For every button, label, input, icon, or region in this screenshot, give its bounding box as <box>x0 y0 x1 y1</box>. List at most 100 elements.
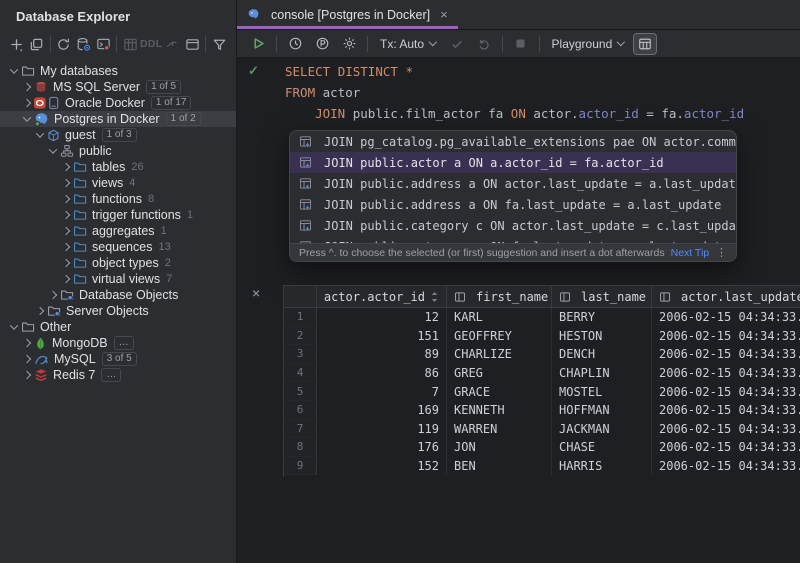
cell[interactable]: 2006-02-15 04:34:33.00000 <box>652 401 800 420</box>
table-row[interactable]: 2151GEOFFREYHESTON2006-02-15 04:34:33.00… <box>284 327 800 346</box>
tree-item-public[interactable]: public <box>0 143 236 159</box>
tab-console-postgres[interactable]: console [Postgres in Docker] × <box>237 0 458 29</box>
cell[interactable]: 169 <box>317 401 447 420</box>
chevron-right-icon[interactable] <box>45 292 60 298</box>
chevron-right-icon[interactable] <box>58 260 73 266</box>
close-tab-icon[interactable]: × <box>440 7 448 22</box>
tree-item-object-types[interactable]: object types2 <box>0 255 236 271</box>
chevron-right-icon[interactable] <box>19 356 34 362</box>
cell[interactable]: GREG <box>447 364 552 383</box>
tree-item-postgres-in-docker[interactable]: Postgres in Docker1 of 2 <box>0 111 236 127</box>
cell[interactable]: BERRY <box>552 308 652 327</box>
cell[interactable]: HOFFMAN <box>552 401 652 420</box>
column-header-actor-actor-id[interactable]: actor.actor_id <box>317 286 447 307</box>
tree-item-oracle-docker[interactable]: Oracle Docker1 of 17 <box>0 95 236 111</box>
cell[interactable]: 2006-02-15 04:34:33.00000 <box>652 457 800 476</box>
settings-gear-icon[interactable] <box>337 33 361 55</box>
tree-item-other[interactable]: Other <box>0 319 236 335</box>
tree-item-sequences[interactable]: sequences13 <box>0 239 236 255</box>
chevron-right-icon[interactable] <box>58 196 73 202</box>
tx-mode-select[interactable]: Tx: Auto <box>374 37 442 51</box>
tree-item-ms-sql-server[interactable]: MS SQL Server1 of 5 <box>0 79 236 95</box>
cell[interactable]: KENNETH <box>447 401 552 420</box>
cell[interactable]: HESTON <box>552 327 652 346</box>
table-row[interactable]: 7119WARRENJACKMAN2006-02-15 04:34:33.000… <box>284 420 800 439</box>
cell[interactable]: 2006-02-15 04:34:33.00000 <box>652 420 800 439</box>
chevron-down-icon[interactable] <box>19 116 34 122</box>
playground-select[interactable]: Playground <box>546 37 630 51</box>
cell[interactable]: GRACE <box>447 382 552 401</box>
cell[interactable]: 7 <box>317 382 447 401</box>
chevron-right-icon[interactable] <box>58 244 73 250</box>
next-tip-link[interactable]: Next Tip <box>671 247 710 259</box>
completion-item-6[interactable]: JOIN public.category c ON fa.last_update… <box>290 236 736 243</box>
column-header-actor-last-update[interactable]: actor.last_update <box>652 286 800 307</box>
cell[interactable]: 2006-02-15 04:34:33.00000 <box>652 364 800 383</box>
cell[interactable]: KARL <box>447 308 552 327</box>
completion-item-5[interactable]: JOIN public.category c ON actor.last_upd… <box>290 215 736 236</box>
tree-item-my-databases[interactable]: My databases <box>0 63 236 79</box>
chevron-right-icon[interactable] <box>58 180 73 186</box>
tree-item-functions[interactable]: functions8 <box>0 191 236 207</box>
chevron-down-icon[interactable] <box>32 132 47 138</box>
history-icon[interactable] <box>283 33 307 55</box>
cell[interactable]: 119 <box>317 420 447 439</box>
cell[interactable]: 2006-02-15 04:34:33.00000 <box>652 382 800 401</box>
duplicate-icon[interactable] <box>27 33 47 55</box>
jump-arrow-icon[interactable] <box>162 33 182 55</box>
tree-item-server-objects[interactable]: Server Objects <box>0 303 236 319</box>
chevron-right-icon[interactable] <box>58 228 73 234</box>
tree-item-guest[interactable]: guest1 of 3 <box>0 127 236 143</box>
chevron-down-icon[interactable] <box>6 324 21 330</box>
tree-item-aggregates[interactable]: aggregates1 <box>0 223 236 239</box>
cell[interactable]: BEN <box>447 457 552 476</box>
cell[interactable]: 86 <box>317 364 447 383</box>
cell[interactable]: CHASE <box>552 438 652 457</box>
cell[interactable]: 176 <box>317 438 447 457</box>
table-row[interactable]: 9152BENHARRIS2006-02-15 04:34:33.00000 <box>284 457 800 476</box>
filter-icon[interactable] <box>209 33 229 55</box>
table-row[interactable]: 6169KENNETHHOFFMAN2006-02-15 04:34:33.00… <box>284 401 800 420</box>
cell[interactable]: JACKMAN <box>552 420 652 439</box>
open-table-icon[interactable] <box>120 33 140 55</box>
cell[interactable]: 89 <box>317 345 447 364</box>
chevron-right-icon[interactable] <box>19 372 34 378</box>
completion-item-2[interactable]: JOIN public.actor a ON a.actor_id = fa.a… <box>290 152 736 173</box>
tree-item-trigger-functions[interactable]: trigger functions1 <box>0 207 236 223</box>
chevron-right-icon[interactable] <box>19 84 34 90</box>
sql-editor[interactable]: ✓ SELECT DISTINCT *FROM actor JOIN publi… <box>237 58 800 563</box>
table-row[interactable]: 57GRACEMOSTEL2006-02-15 04:34:33.00000 <box>284 382 800 401</box>
chevron-right-icon[interactable] <box>19 340 34 346</box>
tree-item-database-objects[interactable]: Database Objects <box>0 287 236 303</box>
chevron-right-icon[interactable] <box>19 100 34 106</box>
sort-icon[interactable] <box>430 291 439 303</box>
cell[interactable]: MOSTEL <box>552 382 652 401</box>
tree-item-virtual-views[interactable]: virtual views7 <box>0 271 236 287</box>
cell[interactable]: JON <box>447 438 552 457</box>
refresh-icon[interactable] <box>54 33 74 55</box>
chevron-down-icon[interactable] <box>6 68 21 74</box>
datasource-properties-icon[interactable] <box>73 33 93 55</box>
cell[interactable]: WARREN <box>447 420 552 439</box>
cell[interactable]: HARRIS <box>552 457 652 476</box>
cell[interactable]: DENCH <box>552 345 652 364</box>
chevron-right-icon[interactable] <box>58 164 73 170</box>
commit-check-icon[interactable] <box>445 33 469 55</box>
column-header-last-name[interactable]: last_name <box>552 286 652 307</box>
table-row[interactable]: 389CHARLIZEDENCH2006-02-15 04:34:33.0000… <box>284 345 800 364</box>
stop-button[interactable] <box>509 33 533 55</box>
jump-to-console-icon[interactable] <box>93 33 113 55</box>
tree-item-mongodb[interactable]: MongoDB… <box>0 335 236 351</box>
cell[interactable]: 2006-02-15 04:34:33.00000 <box>652 345 800 364</box>
cell[interactable]: 2006-02-15 04:34:33.00000 <box>652 327 800 346</box>
table-row[interactable]: 486GREGCHAPLIN2006-02-15 04:34:33.00000 <box>284 364 800 383</box>
tree-item-views[interactable]: views4 <box>0 175 236 191</box>
chevron-right-icon[interactable] <box>32 308 47 314</box>
cell[interactable]: 151 <box>317 327 447 346</box>
more-options-icon[interactable]: ⋮ <box>716 246 727 259</box>
parameters-icon[interactable] <box>310 33 334 55</box>
completion-item-1[interactable]: JOIN pg_catalog.pg_available_extensions … <box>290 131 736 152</box>
ddl-button[interactable]: DDL <box>140 33 162 55</box>
cell[interactable]: 2006-02-15 04:34:33.00000 <box>652 308 800 327</box>
run-button[interactable] <box>246 33 270 55</box>
